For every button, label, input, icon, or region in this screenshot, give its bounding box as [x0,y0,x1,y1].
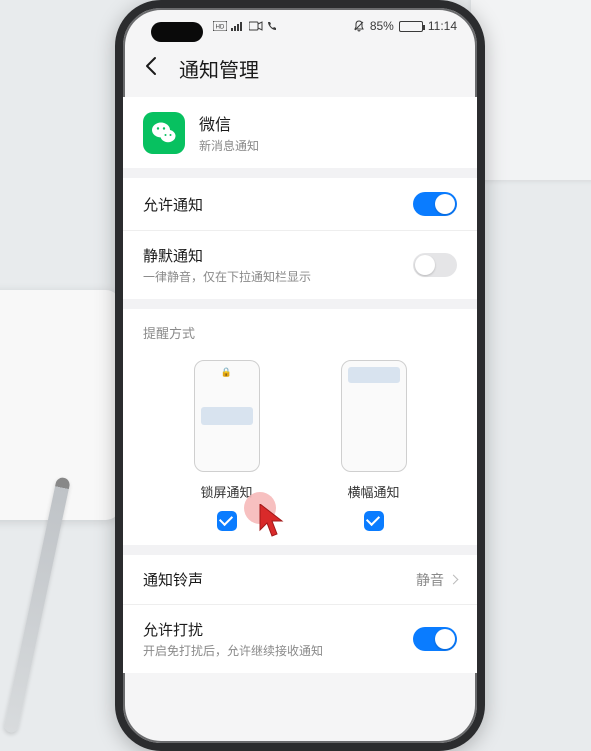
silent-notification-row[interactable]: 静默通知 一律静音，仅在下拉通知栏显示 [123,230,477,299]
chevron-right-icon [449,575,459,585]
video-icon [249,21,263,31]
signal-icon [231,21,245,31]
banner-label: 横幅通知 [341,482,407,501]
dnd-icon [353,20,365,32]
banner-checkbox[interactable] [364,511,384,531]
svg-text:HD: HD [216,25,225,31]
clock: 11:14 [428,19,457,33]
sound-value: 静音 [416,570,444,590]
sound-row[interactable]: 通知铃声 静音 [123,555,477,604]
wechat-icon [143,112,185,154]
silent-label: 静默通知 [143,245,413,266]
alert-options: 🔒 锁屏通知 横幅通知 [123,352,477,545]
battery-text: 85% [370,19,394,33]
sound-label: 通知铃声 [143,569,416,590]
phone-icon [267,21,277,31]
back-button[interactable] [141,55,163,82]
page-title: 通知管理 [179,54,259,83]
app-name: 微信 [199,111,259,135]
silent-toggle[interactable] [413,253,457,277]
hd-icon: HD [213,21,227,31]
lockscreen-option[interactable]: 🔒 锁屏通知 [194,360,260,531]
app-subtitle: 新消息通知 [199,137,259,154]
phone-frame: HD 85% 11:14 通知管理 [115,0,485,751]
banner-option[interactable]: 横幅通知 [341,360,407,531]
dnd-label: 允许打扰 [143,619,413,640]
camera-cutout [151,22,203,42]
dnd-toggle[interactable] [413,627,457,651]
lockscreen-checkbox[interactable] [217,511,237,531]
lock-icon: 🔒 [221,367,232,378]
dnd-row[interactable]: 允许打扰 开启免打扰后，允许继续接收通知 [123,604,477,673]
silent-sub: 一律静音，仅在下拉通知栏显示 [143,268,413,285]
alert-group-title: 提醒方式 [123,309,477,352]
allow-notification-row[interactable]: 允许通知 [123,178,477,230]
app-info-row[interactable]: 微信 新消息通知 [123,97,477,168]
dnd-sub: 开启免打扰后，允许继续接收通知 [143,642,413,659]
allow-notification-toggle[interactable] [413,192,457,216]
lockscreen-label: 锁屏通知 [194,482,260,501]
lockscreen-preview: 🔒 [194,360,260,472]
allow-notification-label: 允许通知 [143,194,413,215]
banner-preview [341,360,407,472]
header: 通知管理 [123,44,477,97]
battery-icon [399,21,423,32]
